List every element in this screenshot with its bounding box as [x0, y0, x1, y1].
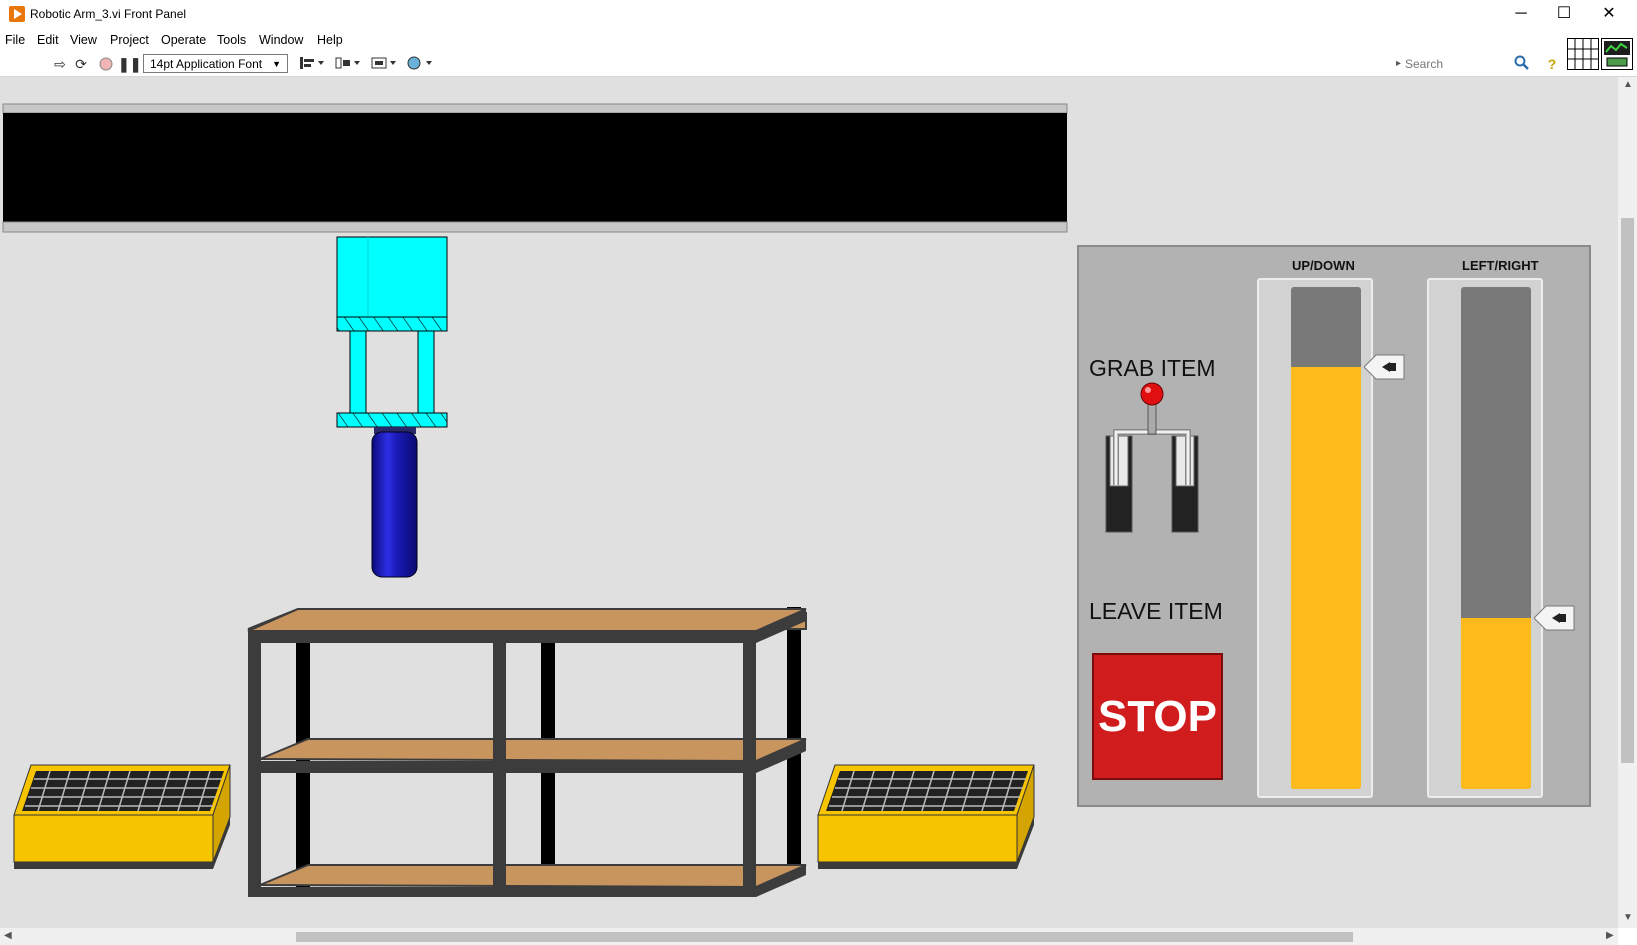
menu-help[interactable]: Help: [317, 33, 343, 47]
toolbar: ⇨ ⟳ ❚❚ 14pt Application Font ▼ ▸ Search …: [0, 38, 1637, 77]
align-objects-icon[interactable]: [297, 55, 327, 73]
menu-view[interactable]: View: [70, 33, 97, 47]
run-arrow-icon[interactable]: ⇨: [51, 55, 69, 73]
connector-pane-icon[interactable]: [1567, 38, 1599, 70]
abort-icon[interactable]: [97, 55, 115, 73]
font-select-value: 14pt Application Font: [150, 57, 263, 71]
search-icon[interactable]: [1513, 55, 1531, 73]
leftright-slider-track[interactable]: [1461, 287, 1531, 789]
menu-operate[interactable]: Operate: [161, 33, 206, 47]
scroll-left-icon[interactable]: ◀: [4, 930, 12, 941]
updown-slider-fill: [1291, 367, 1361, 789]
grab-item-label: GRAB ITEM: [1089, 355, 1216, 381]
menu-edit[interactable]: Edit: [37, 33, 59, 47]
reorder-icon[interactable]: [405, 55, 435, 73]
maximize-button[interactable]: ☐: [1541, 0, 1587, 30]
leftright-slider-handle[interactable]: [1533, 605, 1576, 631]
shelf: [247, 607, 807, 897]
window-title: Robotic Arm_3.vi Front Panel: [30, 7, 187, 21]
menu-bar: File Edit View Project Operate Tools Win…: [0, 30, 1637, 52]
horizontal-scroll-thumb[interactable]: [296, 932, 1353, 942]
run-continuously-icon[interactable]: ⟳: [71, 55, 91, 73]
bottle: [371, 427, 418, 578]
help-icon[interactable]: ?: [1544, 55, 1560, 73]
stop-button[interactable]: STOP: [1092, 653, 1223, 780]
vi-icon[interactable]: [1601, 38, 1633, 70]
scroll-down-icon[interactable]: ▼: [1623, 912, 1633, 923]
crate-left: [13, 764, 231, 869]
close-button[interactable]: ✕: [1586, 0, 1632, 30]
grab-leave-toggle[interactable]: [1104, 380, 1200, 534]
pause-icon[interactable]: ❚❚: [118, 55, 141, 73]
leftright-slider-fill: [1461, 618, 1531, 789]
menu-window[interactable]: Window: [259, 33, 303, 47]
updown-slider-handle[interactable]: [1363, 354, 1406, 380]
crate-right: [817, 764, 1035, 869]
leave-item-label: LEAVE ITEM: [1089, 598, 1223, 624]
font-select[interactable]: 14pt Application Font ▼: [143, 54, 288, 73]
updown-label: UP/DOWN: [1292, 258, 1355, 273]
vertical-scroll-thumb[interactable]: [1621, 218, 1634, 763]
labview-app-icon: [9, 6, 25, 22]
resize-objects-icon[interactable]: [369, 55, 399, 73]
overhead-rail: [2, 103, 1068, 233]
minimize-button[interactable]: ─: [1498, 0, 1544, 30]
menu-file[interactable]: File: [5, 33, 25, 47]
search-input[interactable]: Search: [1405, 55, 1517, 73]
leftright-label: LEFT/RIGHT: [1462, 258, 1539, 273]
distribute-objects-icon[interactable]: [333, 55, 363, 73]
scroll-right-icon[interactable]: ▶: [1606, 930, 1614, 941]
menu-project[interactable]: Project: [110, 33, 149, 47]
menu-tools[interactable]: Tools: [217, 33, 246, 47]
search-expand-icon[interactable]: ▸: [1396, 58, 1401, 69]
updown-slider-track[interactable]: [1291, 287, 1361, 789]
scroll-up-icon[interactable]: ▲: [1623, 79, 1633, 90]
robotic-arm: [336, 236, 448, 428]
title-bar: Robotic Arm_3.vi Front Panel ─ ☐ ✕: [0, 0, 1637, 30]
chevron-down-icon: ▼: [272, 59, 281, 69]
stop-button-label: STOP: [1097, 692, 1217, 741]
